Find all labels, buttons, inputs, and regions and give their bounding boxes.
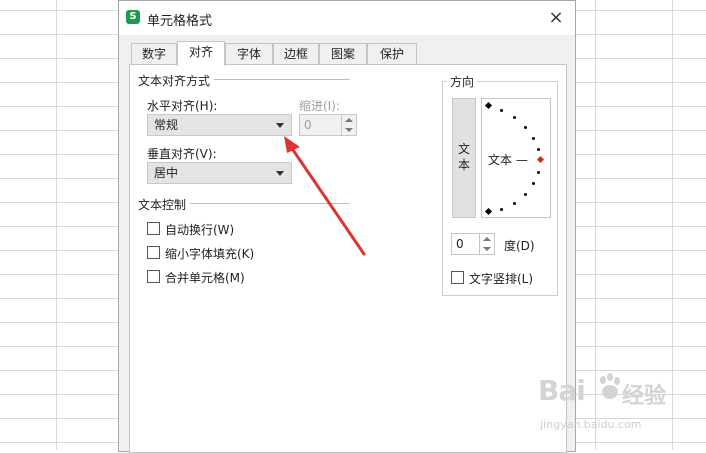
checkbox-box[interactable] — [147, 246, 160, 259]
checkbox-box[interactable] — [147, 222, 160, 235]
vertical-text-checkbox-label: 文字竖排(L) — [469, 272, 534, 286]
orientation-group-title: 方向 — [447, 73, 478, 90]
watermark-logo: Bai — [538, 374, 586, 407]
merge-cells-label: 合并单元格(M) — [165, 271, 245, 285]
tab-number[interactable]: 数字 — [131, 43, 177, 64]
tab-alignment[interactable]: 对齐 — [177, 41, 225, 66]
dialog-title: 单元格格式 — [147, 14, 213, 29]
chevron-down-icon — [276, 123, 284, 128]
wrap-text-label: 自动换行(W) — [165, 223, 235, 237]
degrees-label: 度(D) — [504, 239, 535, 253]
degrees-value: 0 — [456, 237, 464, 251]
orientation-marker — [484, 101, 493, 110]
orientation-dot — [500, 109, 503, 112]
horizontal-align-label: 水平对齐(H): — [147, 99, 218, 113]
orientation-marker — [484, 207, 493, 216]
orientation-current-marker — [536, 155, 545, 164]
close-button[interactable]: × — [545, 7, 567, 29]
orientation-dot — [532, 182, 535, 185]
baidu-paw-icon — [600, 373, 620, 399]
orientation-dot — [524, 193, 527, 196]
orientation-dot — [500, 208, 503, 211]
tab-font[interactable]: 字体 — [225, 43, 273, 64]
text-control-group-title: 文本控制 — [138, 196, 191, 213]
vertical-align-label: 垂直对齐(V): — [147, 147, 217, 161]
vertical-align-value: 居中 — [154, 166, 179, 180]
indent-stepper[interactable]: 0 — [299, 114, 357, 136]
spin-down-icon — [483, 247, 491, 251]
horizontal-align-select[interactable]: 常规 — [147, 114, 292, 136]
indent-label: 缩进(I): — [299, 99, 340, 113]
spin-up-icon — [483, 237, 491, 241]
alignment-group-title: 文本对齐方式 — [138, 72, 215, 89]
tab-pattern[interactable]: 图案 — [319, 43, 367, 64]
degrees-stepper[interactable]: 0 — [451, 233, 495, 255]
spin-down-icon — [345, 128, 353, 132]
vertical-text-button[interactable]: 文 本 — [452, 98, 476, 218]
orientation-dial[interactable]: 文本 — — [481, 98, 551, 218]
indent-spin-buttons[interactable] — [341, 115, 356, 135]
format-cells-dialog: S 单元格格式 × 数字 对齐 字体 边框 图案 保护 文本对齐方式 水平对齐(… — [118, 0, 576, 453]
orientation-dot — [524, 126, 527, 129]
shrink-to-fit-label: 缩小字体填充(K) — [165, 247, 255, 261]
orientation-dot — [513, 202, 516, 205]
watermark-brand: 经验 — [622, 384, 667, 409]
horizontal-align-value: 常规 — [154, 118, 179, 132]
orientation-dial-label: 文本 — — [488, 153, 528, 167]
orientation-dot — [513, 116, 516, 119]
orientation-group: 文 本 文本 — 0 度(D) 文字竖排(L) — [442, 81, 558, 296]
orientation-dot — [537, 171, 540, 174]
vertical-align-select[interactable]: 居中 — [147, 162, 292, 184]
dialog-titlebar[interactable]: S 单元格格式 × — [119, 1, 575, 35]
checkbox-box[interactable] — [451, 271, 464, 284]
wps-app-icon: S — [126, 10, 140, 24]
checkbox-box[interactable] — [147, 270, 160, 283]
vertical-text-char: 本 — [457, 158, 470, 172]
tab-border[interactable]: 边框 — [273, 43, 319, 64]
orientation-dot — [537, 148, 540, 151]
alignment-panel: 文本对齐方式 水平对齐(H): 缩进(I): 常规 0 垂直对齐(V): 居中 … — [129, 64, 567, 453]
vertical-text-char: 文 — [457, 142, 470, 156]
chevron-down-icon — [276, 171, 284, 176]
watermark-url: jingyan.baidu.com — [540, 418, 642, 431]
degrees-spin-buttons[interactable] — [479, 234, 494, 254]
orientation-dot — [532, 137, 535, 140]
tab-protection[interactable]: 保护 — [367, 43, 417, 64]
spin-up-icon — [345, 118, 353, 122]
indent-value: 0 — [304, 118, 312, 132]
baidu-jingyan-watermark: Bai 经验 jingyan.baidu.com — [538, 372, 698, 436]
